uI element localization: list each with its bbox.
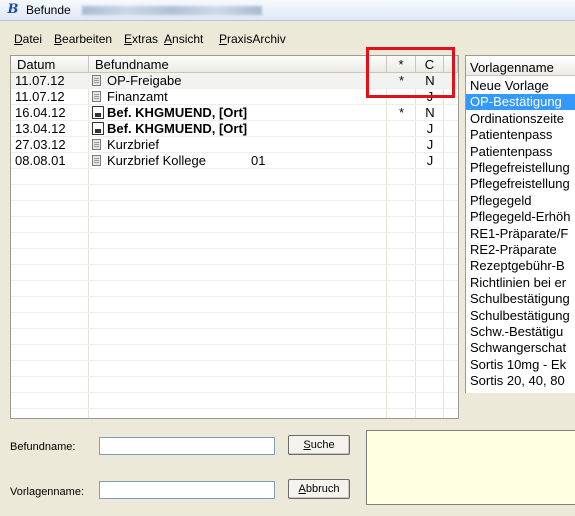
column-header-template-name[interactable]: Vorlagenname	[466, 59, 575, 76]
template-item[interactable]: Schwangerschat	[466, 340, 575, 356]
template-item[interactable]: Sortis 20, 40, 80	[466, 373, 575, 389]
empty-row	[11, 329, 458, 345]
document-icon	[92, 155, 101, 166]
horizontal-scrollbar[interactable]	[465, 393, 575, 397]
template-item[interactable]: Pflegegeld-Erhöh	[466, 209, 575, 225]
row-name: Bef. KHGMUEND, [Ort]	[107, 105, 248, 120]
empty-row	[11, 393, 458, 409]
menu-praxisarchiv[interactable]: PraxisArchiv	[219, 32, 286, 46]
app-logo-icon: B	[7, 2, 19, 17]
template-item[interactable]: Schulbestätigung	[466, 291, 575, 307]
document-icon	[92, 91, 101, 102]
row-name: Bef. KHGMUEND, [Ort]	[107, 121, 248, 136]
row-name: OP-Freigabe	[107, 73, 182, 88]
document-icon	[92, 75, 101, 86]
table-row[interactable]: 27.03.12 Kurzbrief J	[11, 137, 458, 153]
row-extra: 01	[251, 153, 266, 168]
template-name-label: Vorlagenname:	[10, 486, 84, 498]
row-star: *	[398, 105, 405, 120]
template-item[interactable]: Patientenpass	[466, 144, 575, 160]
column-header-name[interactable]: Befundname	[89, 56, 387, 73]
template-item[interactable]: Pflegefreistellung	[466, 160, 575, 176]
template-item[interactable]: Neue Vorlage	[466, 78, 575, 94]
row-date: 11.07.12	[15, 89, 65, 104]
table-row[interactable]: 16.04.12 Bef. KHGMUEND, [Ort] * N	[11, 105, 458, 121]
disk-icon	[92, 122, 104, 135]
row-date: 08.08.01	[15, 153, 66, 168]
menu-extras[interactable]: Extras	[124, 32, 158, 46]
template-item[interactable]: Rezeptgebühr-B	[466, 258, 575, 274]
redacted-patient-info	[82, 6, 262, 15]
row-name: Kurzbrief	[107, 137, 160, 152]
disk-icon	[92, 106, 104, 119]
template-item[interactable]: Pflegegeld	[466, 193, 575, 209]
row-c: J	[426, 153, 434, 168]
column-header-date[interactable]: Datum	[11, 56, 89, 73]
row-name: Finanzamt	[107, 89, 168, 104]
findings-name-label: Befundname:	[10, 441, 76, 453]
table-row[interactable]: 13.04.12 Bef. KHGMUEND, [Ort] J	[11, 121, 458, 137]
empty-row	[11, 185, 458, 201]
menu-ansicht[interactable]: Ansicht	[164, 32, 203, 46]
empty-row	[11, 409, 458, 418]
row-date: 13.04.12	[15, 121, 66, 136]
cancel-button[interactable]: Abbruch	[288, 479, 350, 499]
row-c: J	[426, 121, 434, 136]
template-name-input[interactable]	[99, 481, 275, 499]
window-title: Befunde	[26, 3, 71, 17]
empty-row	[11, 313, 458, 329]
table-row[interactable]: 08.08.01 Kurzbrief Kollege 01 J	[11, 153, 458, 169]
row-star	[387, 153, 416, 168]
row-date: 16.04.12	[15, 105, 66, 120]
search-button[interactable]: Suche	[288, 435, 350, 455]
preview-pane	[366, 430, 575, 505]
row-name: Kurzbrief Kollege	[107, 153, 206, 168]
template-item[interactable]: Schw.-Bestätigu	[466, 324, 575, 340]
templates-list[interactable]: Vorlagenname Neue Vorlage OP-Bestätigung O…	[465, 55, 575, 395]
menu-bar: Datei Bearbeiten Extras Ansicht PraxisAr…	[0, 30, 575, 48]
findings-list[interactable]: Datum Befundname * C 11.07.12 OP-Freigabe…	[10, 55, 459, 419]
template-item[interactable]: RE2-Präparate	[466, 242, 575, 258]
template-item[interactable]: OP-Bestätigung	[466, 94, 575, 111]
title-bar: B Befunde	[0, 0, 575, 21]
empty-row	[11, 217, 458, 233]
empty-row	[11, 265, 458, 281]
row-date: 27.03.12	[15, 137, 66, 152]
empty-row	[11, 297, 458, 313]
row-star	[387, 137, 416, 152]
row-c: J	[426, 137, 434, 152]
empty-row	[11, 201, 458, 217]
template-item[interactable]: Sortis 10mg - Ek	[466, 357, 575, 373]
template-item[interactable]: Pflegefreistellung	[466, 176, 575, 192]
template-item[interactable]: RE1-Präparate/F	[466, 226, 575, 242]
empty-row	[11, 377, 458, 393]
empty-row	[11, 281, 458, 297]
row-date: 11.07.12	[15, 73, 65, 88]
annotation-highlight-box	[366, 47, 455, 98]
template-item[interactable]: Schulbestätigung	[466, 308, 575, 324]
document-icon	[92, 139, 101, 150]
menu-bearbeiten[interactable]: Bearbeiten	[54, 32, 112, 46]
template-item[interactable]: Patientenpass	[466, 127, 575, 143]
empty-row	[11, 169, 458, 185]
findings-name-input[interactable]	[99, 437, 275, 455]
row-star	[387, 121, 416, 136]
empty-row	[11, 345, 458, 361]
menu-datei[interactable]: Datei	[14, 32, 42, 46]
empty-row	[11, 249, 458, 265]
empty-row	[11, 233, 458, 249]
template-item[interactable]: Ordinationszeite	[466, 111, 575, 127]
template-item[interactable]: Richtlinien bei er	[466, 275, 575, 291]
empty-row	[11, 361, 458, 377]
row-c: N	[425, 105, 435, 120]
